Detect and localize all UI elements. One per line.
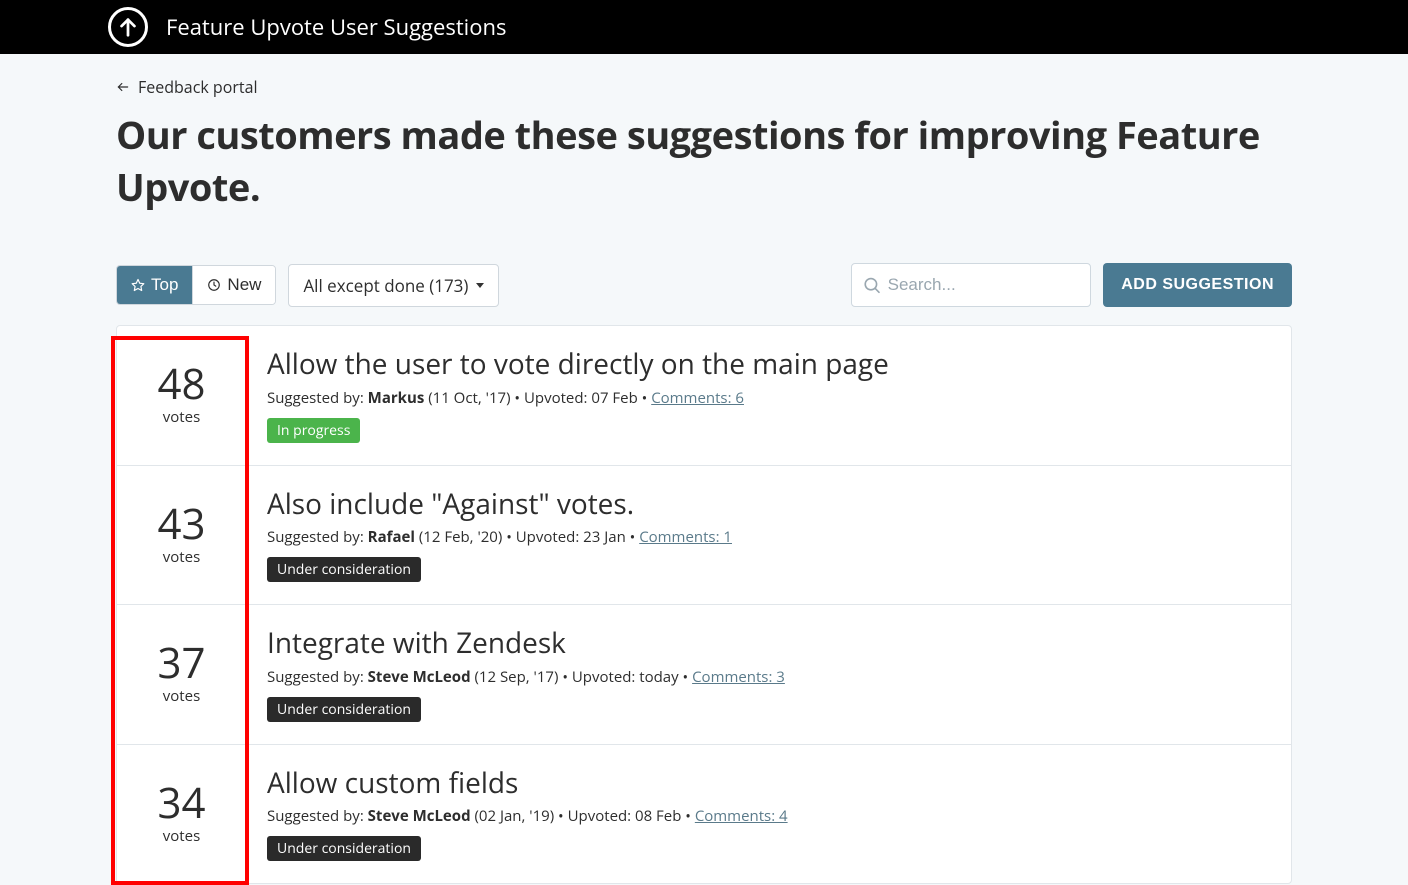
vote-count: 34 <box>117 782 246 824</box>
sort-new-button[interactable]: New <box>193 266 275 304</box>
clock-icon <box>207 278 221 292</box>
comments-link[interactable]: Comments: 4 <box>695 806 788 826</box>
vote-label: votes <box>117 547 246 567</box>
filter-label: All except done (173) <box>303 274 468 297</box>
item-title[interactable]: Allow the user to vote directly on the m… <box>267 348 1271 382</box>
item-author: Rafael <box>368 527 415 547</box>
status-badge: Under consideration <box>267 697 421 722</box>
comments-link[interactable]: Comments: 6 <box>651 388 744 408</box>
vote-label: votes <box>117 826 246 846</box>
item-title[interactable]: Integrate with Zendesk <box>267 627 1271 661</box>
sort-top-button[interactable]: Top <box>117 266 193 304</box>
item-content: Integrate with Zendesk Suggested by: Stev… <box>247 627 1271 722</box>
comments-link[interactable]: Comments: 1 <box>639 527 732 547</box>
sort-top-label: Top <box>151 275 178 295</box>
search-box[interactable] <box>851 263 1091 307</box>
back-link-label: Feedback portal <box>138 76 258 98</box>
top-bar: Feature Upvote User Suggestions <box>0 0 1408 54</box>
sort-new-label: New <box>227 275 261 295</box>
vote-label: votes <box>117 686 246 706</box>
page-title: Our customers made these suggestions for… <box>116 109 1292 213</box>
vote-count: 37 <box>117 642 246 684</box>
list-item[interactable]: 34votes Allow custom fields Suggested by: … <box>117 745 1291 884</box>
list-item[interactable]: 48votes Allow the user to vote directly o… <box>117 326 1291 466</box>
status-badge: In progress <box>267 418 360 443</box>
add-suggestion-button[interactable]: ADD SUGGESTION <box>1103 263 1292 307</box>
item-author: Steve McLeod <box>368 806 471 826</box>
back-link[interactable]: Feedback portal <box>116 76 258 98</box>
vote-panel[interactable]: 48votes <box>117 348 247 443</box>
status-badge: Under consideration <box>267 836 421 861</box>
app-title: Feature Upvote User Suggestions <box>166 12 506 42</box>
filter-dropdown[interactable]: All except done (173) <box>288 264 499 307</box>
item-author: Steve McLeod <box>368 667 471 687</box>
list-item[interactable]: 37votes Integrate with Zendesk Suggested b… <box>117 605 1291 745</box>
vote-label: votes <box>117 407 246 427</box>
arrow-left-icon <box>116 80 130 94</box>
caret-down-icon <box>476 283 484 288</box>
status-badge: Under consideration <box>267 557 421 582</box>
item-meta: Suggested by: Markus (11 Oct, '17) • Upv… <box>267 388 1271 408</box>
vote-panel[interactable]: 43votes <box>117 488 247 583</box>
item-meta: Suggested by: Rafael (12 Feb, '20) • Upv… <box>267 527 1271 547</box>
sort-group: Top New <box>116 265 276 305</box>
toolbar: Top New All except done (173) ADD SUGGES… <box>116 263 1292 307</box>
vote-count: 48 <box>117 363 246 405</box>
item-title[interactable]: Also include "Against" votes. <box>267 488 1271 522</box>
item-meta: Suggested by: Steve McLeod (02 Jan, '19)… <box>267 806 1271 826</box>
list-item[interactable]: 43votes Also include "Against" votes. Sugg… <box>117 466 1291 606</box>
item-author: Markus <box>368 388 425 408</box>
star-icon <box>131 278 145 292</box>
search-icon <box>862 274 881 296</box>
logo-upvote-icon <box>108 7 148 47</box>
search-input[interactable] <box>888 275 1081 295</box>
item-meta: Suggested by: Steve McLeod (12 Sep, '17)… <box>267 667 1271 687</box>
item-content: Also include "Against" votes. Suggested b… <box>247 488 1271 583</box>
item-content: Allow custom fields Suggested by: Steve M… <box>247 767 1271 862</box>
item-content: Allow the user to vote directly on the m… <box>247 348 1271 443</box>
comments-link[interactable]: Comments: 3 <box>692 667 785 687</box>
vote-panel[interactable]: 37votes <box>117 627 247 722</box>
vote-count: 43 <box>117 503 246 545</box>
item-title[interactable]: Allow custom fields <box>267 767 1271 801</box>
vote-panel[interactable]: 34votes <box>117 767 247 862</box>
suggestion-list: 48votesAllow the user to vote directly o… <box>116 325 1292 884</box>
